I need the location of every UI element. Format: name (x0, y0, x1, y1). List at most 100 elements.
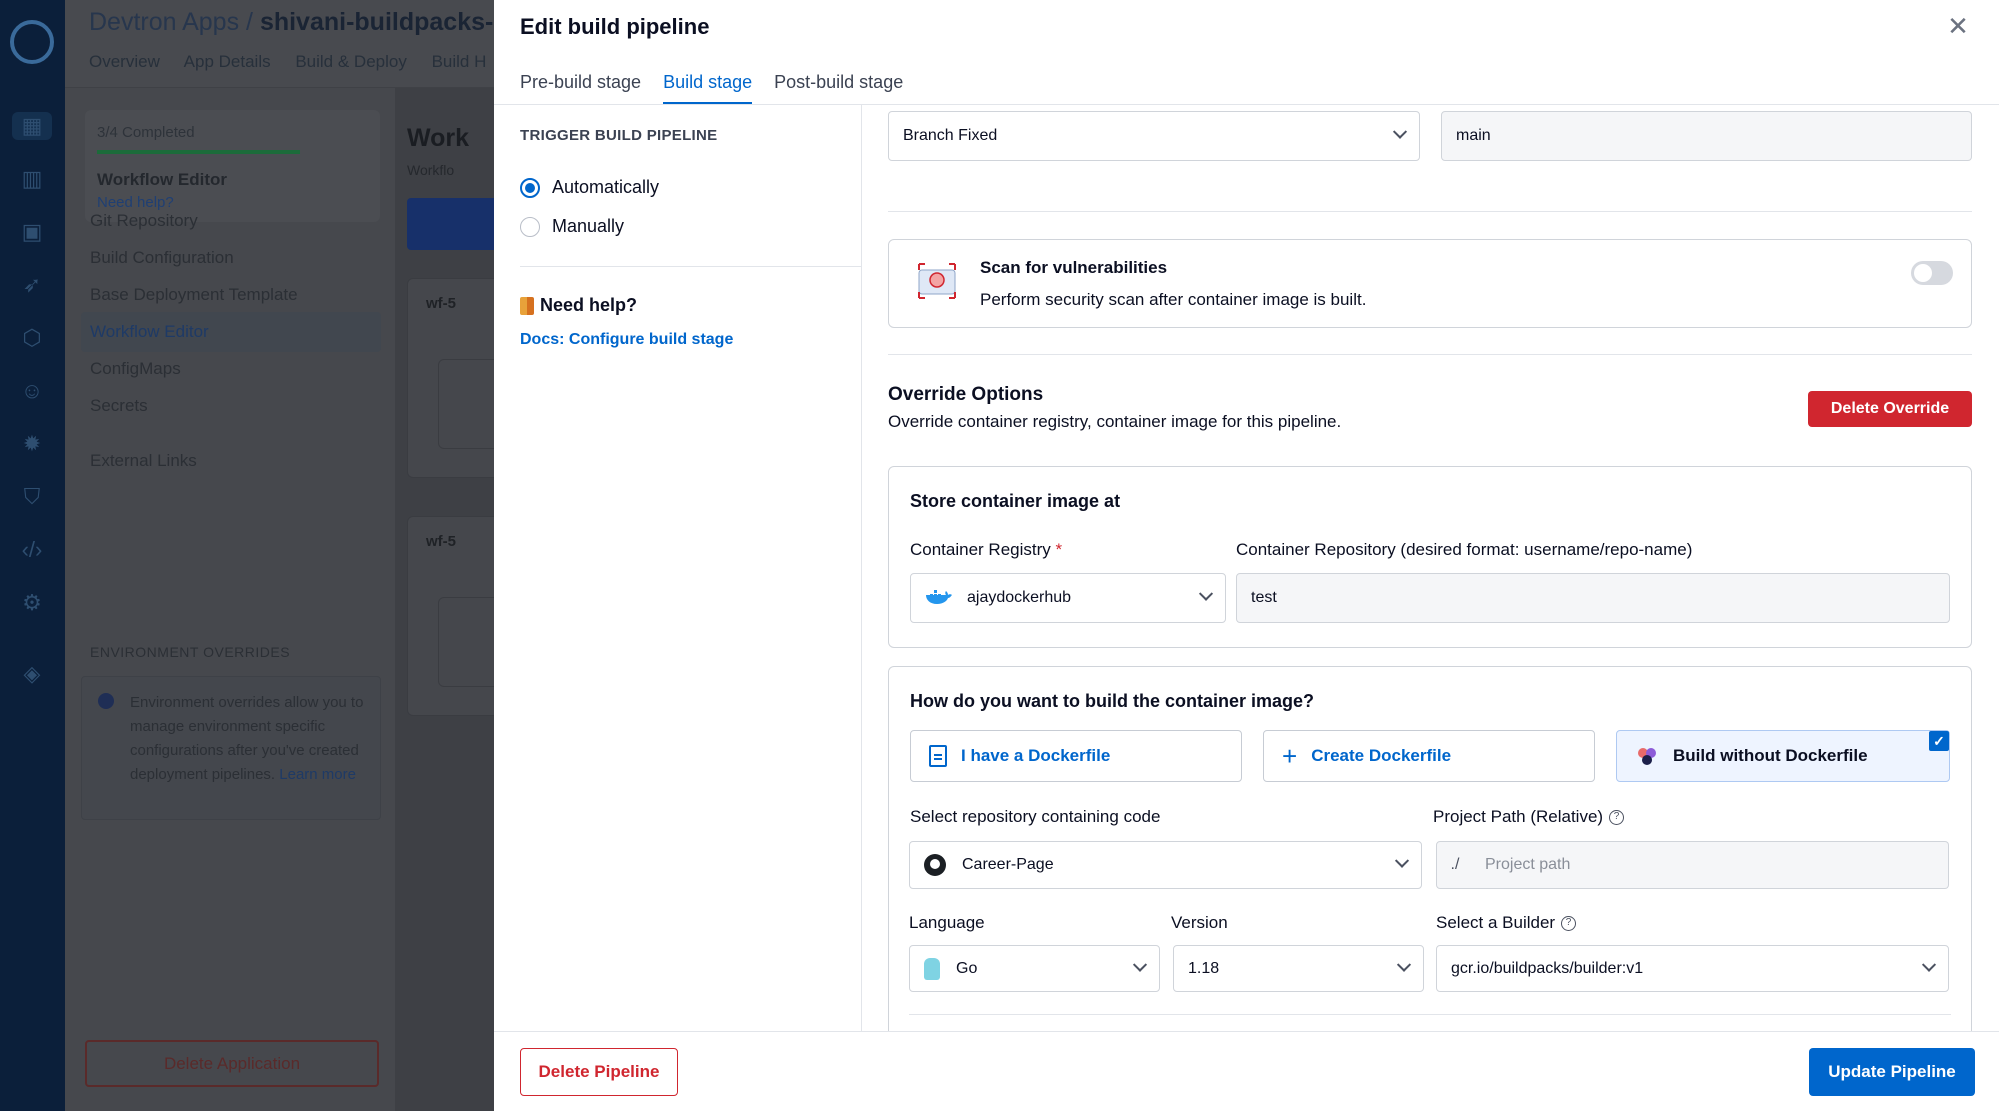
close-icon[interactable]: ✕ (1943, 12, 1973, 42)
option-build-without-dockerfile-label: Build without Dockerfile (1673, 746, 1868, 765)
update-pipeline-button[interactable]: Update Pipeline (1809, 1048, 1975, 1096)
edit-build-pipeline-modal: Edit build pipeline ✕ Pre-build stage Bu… (494, 0, 1999, 1111)
project-path-input[interactable]: Project path (1473, 841, 1949, 889)
override-description: Override container registry, container i… (888, 412, 1342, 431)
language-select[interactable]: Go (909, 945, 1160, 992)
registry-value: ajaydockerhub (967, 589, 1072, 606)
cube-icon[interactable]: ⬡ (17, 324, 47, 352)
override-title: Override Options (888, 384, 1044, 405)
option-build-without-dockerfile[interactable]: Build without Dockerfile ✓ (1616, 730, 1950, 782)
new-workflow-button[interactable] (407, 198, 507, 250)
workflow-card-name: wf-5 (426, 533, 456, 550)
devtron-logo-icon (10, 20, 54, 64)
workflow-title: Work (407, 124, 470, 152)
chart-icon[interactable]: ▥ (17, 165, 47, 193)
progress-help-link[interactable]: Need help? (97, 194, 174, 211)
plus-icon: + (1282, 741, 1298, 771)
code-repo-select[interactable]: Career-Page (909, 841, 1422, 889)
progress-title: Workflow Editor (97, 170, 228, 189)
scan-vulnerability-icon (918, 263, 956, 299)
apps-grid-icon[interactable]: ▦ (12, 112, 52, 140)
go-gopher-icon (924, 957, 940, 980)
info-icon (98, 693, 114, 709)
project-path-label-text: Project Path (Relative) (1433, 807, 1604, 826)
code-icon[interactable]: ‹/› (17, 536, 47, 564)
tab-build-history[interactable]: Build H (432, 52, 487, 71)
radio-manually[interactable]: Manually (520, 216, 624, 237)
nav-git-repository[interactable]: Git Repository (90, 211, 198, 231)
registry-select[interactable]: ajaydockerhub (910, 573, 1226, 623)
box-icon[interactable]: ◈ (17, 660, 47, 688)
store-image-box: Store container image at Container Regis… (888, 466, 1972, 648)
users-icon[interactable]: ☺ (17, 377, 47, 405)
progress-bar (97, 150, 300, 154)
builder-select[interactable]: gcr.io/buildpacks/builder:v1 (1436, 945, 1949, 992)
help-icon[interactable]: ? (1561, 916, 1577, 932)
chevron-down-icon (1198, 586, 1214, 601)
radio-automatically-label: Automatically (552, 177, 660, 197)
github-icon (924, 854, 946, 876)
builder-label-text: Select a Builder (1436, 913, 1556, 932)
repo-input[interactable]: test (1236, 573, 1950, 623)
nav-configmaps[interactable]: ConfigMaps (90, 359, 181, 379)
tab-build-deploy[interactable]: Build & Deploy (295, 52, 407, 71)
shield-icon[interactable]: ⛉ (17, 483, 47, 511)
tab-app-details[interactable]: App Details (184, 52, 271, 71)
learn-more-link[interactable]: Learn more (279, 766, 356, 783)
radio-manually-label: Manually (552, 216, 625, 236)
tab-overview[interactable]: Overview (89, 52, 160, 71)
tab-build-stage[interactable]: Build stage (663, 72, 753, 104)
divider (888, 211, 1972, 212)
delete-override-button[interactable]: Delete Override (1808, 391, 1972, 427)
option-have-dockerfile[interactable]: I have a Dockerfile (910, 730, 1242, 782)
config-sidebar: 3/4 Completed Workflow Editor Need help?… (65, 88, 395, 1111)
nav-secrets[interactable]: Secrets (90, 396, 148, 416)
settings-icon[interactable]: ⚙ (17, 589, 47, 617)
trigger-title: TRIGGER BUILD PIPELINE (520, 127, 718, 144)
chevron-down-icon (1396, 957, 1412, 972)
docker-icon (926, 590, 952, 604)
delete-application-button[interactable]: Delete Application (85, 1040, 379, 1087)
chevron-down-icon (1394, 853, 1410, 868)
rocket-icon[interactable]: ➶ (17, 271, 47, 299)
progress-card: 3/4 Completed Workflow Editor Need help? (85, 110, 380, 222)
radio-button-selected[interactable] (520, 177, 540, 198)
option-create-dockerfile[interactable]: + Create Dockerfile (1263, 730, 1595, 782)
version-select[interactable]: 1.18 (1173, 945, 1424, 992)
breadcrumb-prefix[interactable]: Devtron Apps / (89, 8, 253, 36)
source-type-select[interactable]: Branch Fixed (888, 111, 1420, 161)
app-store-icon[interactable]: ▣ (17, 218, 47, 246)
buildpacks-icon (1638, 748, 1656, 765)
required-marker: * (1055, 540, 1063, 559)
project-path-prefix: ./ (1436, 841, 1474, 889)
branch-input[interactable]: main (1441, 111, 1972, 161)
workflow-card-name: wf-5 (426, 295, 456, 312)
nav-workflow-editor[interactable]: Workflow Editor (81, 312, 381, 352)
repo-label: Container Repository (desired format: us… (1236, 540, 1693, 559)
nav-build-configuration[interactable]: Build Configuration (90, 248, 234, 268)
radio-automatically[interactable]: Automatically (520, 177, 659, 198)
docs-configure-build-link[interactable]: Docs: Configure build stage (520, 331, 733, 349)
chevron-down-icon (1392, 124, 1408, 139)
file-icon (929, 745, 947, 767)
radio-button[interactable] (520, 216, 540, 237)
workflow-card[interactable]: wf-5 (407, 516, 508, 716)
scan-title: Scan for vulnerabilities (980, 258, 1168, 277)
scan-toggle[interactable] (1911, 261, 1953, 285)
help-icon[interactable]: ? (1609, 810, 1625, 826)
tab-post-build-stage[interactable]: Post-build stage (774, 72, 903, 104)
version-value: 1.18 (1188, 959, 1220, 977)
repo-select-label: Select repository containing code (910, 807, 1161, 826)
chevron-down-icon (1921, 957, 1937, 972)
delete-pipeline-button[interactable]: Delete Pipeline (520, 1048, 678, 1096)
nav-external-links[interactable]: External Links (90, 451, 197, 471)
need-help-label: Need help? (540, 295, 638, 315)
checkbox-checked-icon: ✓ (1929, 731, 1949, 751)
gear-icon[interactable]: ✹ (17, 430, 47, 458)
trigger-panel: TRIGGER BUILD PIPELINE Automatically Man… (494, 105, 862, 1031)
registry-label-text: Container Registry (910, 540, 1051, 559)
nav-base-deployment-template[interactable]: Base Deployment Template (90, 285, 298, 305)
workflow-card[interactable]: wf-5 (407, 278, 508, 478)
app-tabs: Overview App Details Build & Deploy Buil… (89, 52, 506, 72)
tab-pre-build-stage[interactable]: Pre-build stage (520, 72, 641, 104)
